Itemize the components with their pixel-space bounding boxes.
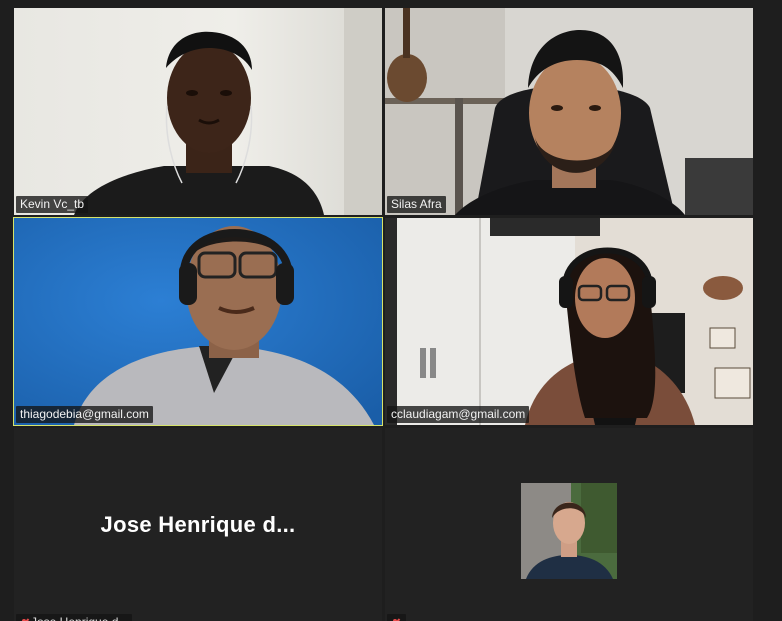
participant-name-label bbox=[387, 614, 406, 621]
gallery-view: Kevin Vc_tb Silas Afra thiagodebia@gmail… bbox=[0, 0, 782, 621]
participant-tile-silas[interactable]: Silas Afra bbox=[385, 8, 753, 215]
video-feed-silas bbox=[385, 8, 753, 215]
participant-tile-kevin[interactable]: Kevin Vc_tb bbox=[14, 8, 382, 215]
participant-name-text: Jose Henrique d... bbox=[31, 615, 128, 621]
participant-display-name: Jose Henrique d... bbox=[100, 511, 296, 537]
video-feed-kevin bbox=[14, 8, 382, 215]
avatar bbox=[521, 483, 617, 579]
video-feed-claudia bbox=[385, 218, 753, 425]
participant-tile-thiago[interactable]: thiagodebia@gmail.com bbox=[13, 217, 383, 426]
participant-name-label: cclaudiagam@gmail.com bbox=[387, 406, 530, 423]
participant-tile-jose[interactable]: Jose Henrique d... Jose Henrique d... bbox=[14, 428, 382, 621]
participant-name-label: Silas Afra bbox=[387, 196, 446, 213]
video-feed-thiago bbox=[14, 218, 382, 425]
participant-tile-avatar[interactable] bbox=[385, 428, 753, 621]
participant-name-label: thiagodebia@gmail.com bbox=[16, 406, 153, 423]
participant-tile-claudia[interactable]: cclaudiagam@gmail.com bbox=[385, 218, 753, 425]
profile-photo bbox=[521, 483, 617, 579]
participant-name-label: Kevin Vc_tb bbox=[16, 196, 89, 213]
participant-name-label: Jose Henrique d... bbox=[16, 614, 133, 621]
